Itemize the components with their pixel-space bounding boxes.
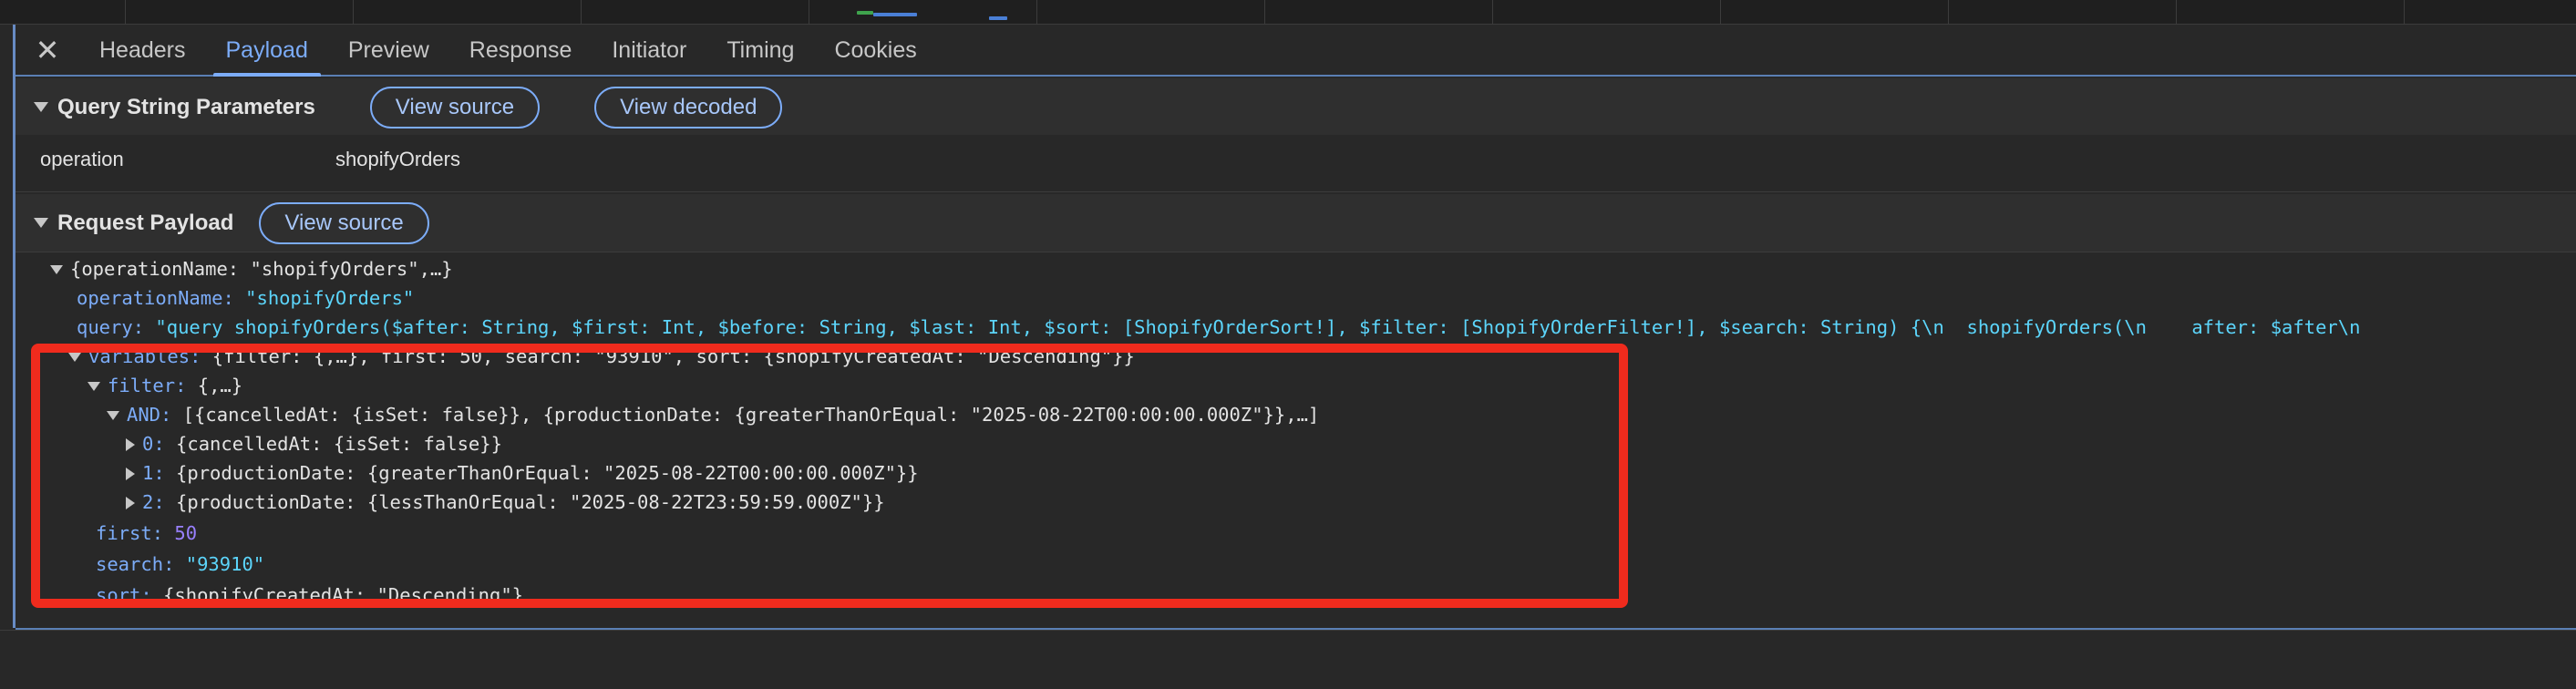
tree-node-root[interactable]: {operationName: "shopifyOrders",…} (50, 254, 453, 283)
tree-node-first[interactable]: first: 50 (96, 519, 197, 548)
expand-triangle-icon[interactable] (88, 382, 100, 391)
tree-node-query[interactable]: query: "query shopifyOrders($after: Stri… (77, 313, 2360, 342)
timeline-mark (989, 16, 1007, 20)
close-icon[interactable]: ✕ (15, 26, 79, 75)
timeline-gridline (1492, 0, 1493, 25)
collapsed-triangle-icon[interactable] (126, 468, 135, 480)
query-param-row: operation shopifyOrders (15, 135, 2576, 192)
request-payload-section-header[interactable]: Request Payload View source (15, 194, 2576, 252)
tree-node-and-item[interactable]: 0: {cancelledAt: {isSet: false}} (126, 429, 502, 458)
tab-headers[interactable]: Headers (79, 26, 206, 75)
tree-node-variables[interactable]: variables: {filter: {,…}, first: 50, sea… (68, 342, 1135, 371)
query-param-value: shopifyOrders (335, 148, 460, 170)
timeline-gridline (1036, 0, 1037, 25)
devtools-network-panel: ✕ Headers Payload Preview Response Initi… (0, 0, 2576, 689)
tab-cookies[interactable]: Cookies (814, 26, 936, 75)
bottom-strip (0, 630, 2576, 689)
timeline-overview[interactable] (0, 0, 2576, 25)
timeline-gridline (1264, 0, 1265, 25)
request-payload-title: Request Payload (57, 210, 234, 235)
expand-triangle-icon[interactable] (107, 411, 119, 420)
tree-node-and-item[interactable]: 2: {productionDate: {lessThanOrEqual: "2… (126, 488, 885, 517)
tab-timing[interactable]: Timing (706, 26, 814, 75)
timeline-gridline (1948, 0, 1949, 25)
tree-node-sort[interactable]: sort: {shopifyCreatedAt: "Descending"} (96, 581, 523, 610)
query-string-section-header[interactable]: Query String Parameters View source View… (15, 78, 2576, 137)
timeline-gridline (353, 0, 354, 25)
tree-node-filter[interactable]: filter: {,…} (88, 371, 242, 400)
tab-payload[interactable]: Payload (206, 26, 328, 77)
timeline-gridline (581, 0, 582, 25)
tab-preview[interactable]: Preview (328, 26, 449, 75)
collapse-triangle-icon[interactable] (34, 102, 48, 112)
timeline-mark (857, 11, 873, 15)
timeline-mark (873, 13, 917, 16)
timeline-gridline (1720, 0, 1721, 25)
view-source-button[interactable]: View source (369, 86, 541, 129)
tree-node-operation-name[interactable]: operationName: "shopifyOrders" (77, 283, 414, 313)
detail-tabs: ✕ Headers Payload Preview Response Initi… (15, 26, 2576, 77)
query-param-key: operation (40, 148, 124, 170)
view-source-button[interactable]: View source (259, 201, 429, 244)
payload-tree: {operationName: "shopifyOrders",…} opera… (15, 252, 2576, 628)
collapsed-triangle-icon[interactable] (126, 438, 135, 451)
tree-node-and-item[interactable]: 1: {productionDate: {greaterThanOrEqual:… (126, 458, 919, 488)
timeline-gridline (2404, 0, 2405, 25)
tree-node-search[interactable]: search: "93910" (96, 550, 264, 579)
tab-response[interactable]: Response (449, 26, 592, 75)
timeline-gridline (2176, 0, 2177, 25)
expand-triangle-icon[interactable] (50, 265, 63, 274)
timeline-gridline (125, 0, 126, 25)
query-string-title: Query String Parameters (57, 94, 315, 119)
expand-triangle-icon[interactable] (68, 353, 81, 362)
collapse-triangle-icon[interactable] (34, 218, 48, 228)
tab-initiator[interactable]: Initiator (592, 26, 706, 75)
collapsed-triangle-icon[interactable] (126, 497, 135, 509)
tree-node-and[interactable]: AND: [{cancelledAt: {isSet: false}}, {pr… (107, 400, 1319, 429)
view-decoded-button[interactable]: View decoded (594, 86, 783, 129)
